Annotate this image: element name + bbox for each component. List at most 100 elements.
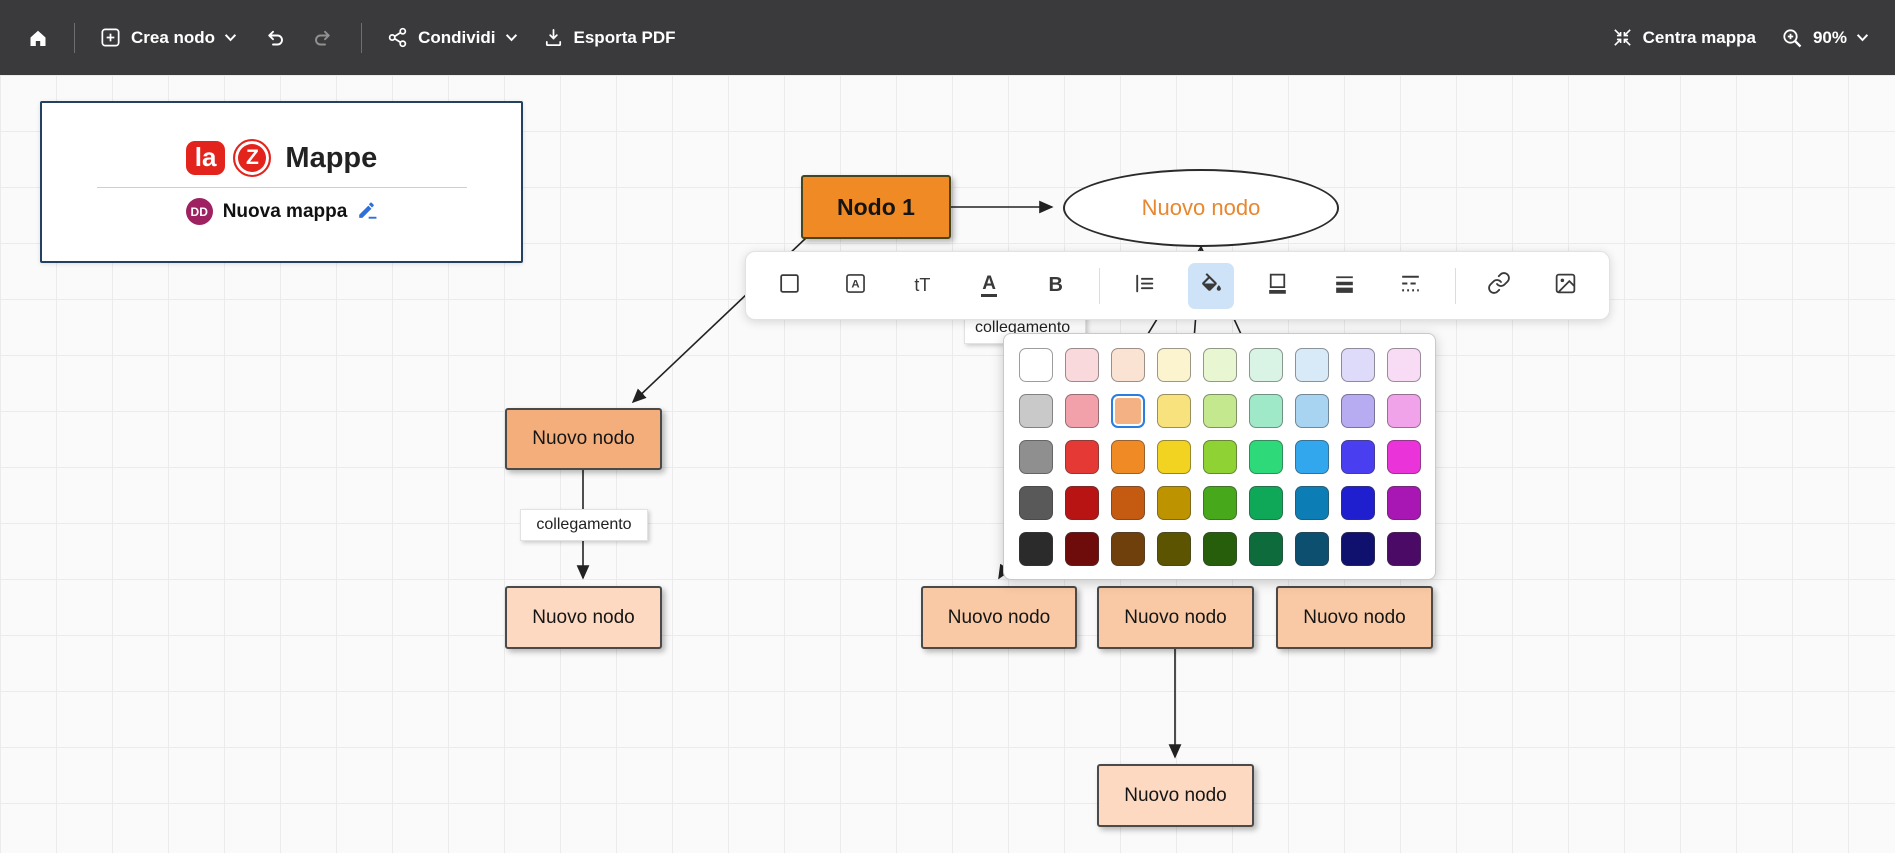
color-swatch[interactable] — [1294, 393, 1329, 428]
zoom-control[interactable]: 90% — [1780, 26, 1869, 50]
center-map-button[interactable]: Centra mappa — [1611, 26, 1756, 49]
color-swatch[interactable] — [1386, 393, 1421, 428]
color-swatch[interactable] — [1156, 347, 1191, 382]
color-swatch[interactable] — [1386, 531, 1421, 566]
color-swatch[interactable] — [1110, 531, 1145, 566]
color-swatch[interactable] — [1386, 439, 1421, 474]
chevron-down-icon — [224, 33, 237, 42]
svg-text:A: A — [852, 278, 860, 290]
color-swatch[interactable] — [1294, 485, 1329, 520]
color-swatch[interactable] — [1248, 485, 1283, 520]
color-swatch[interactable] — [1202, 485, 1237, 520]
color-swatch[interactable] — [1202, 439, 1237, 474]
color-swatch[interactable] — [1386, 347, 1421, 382]
align-button[interactable] — [1121, 263, 1167, 309]
color-swatch[interactable] — [1340, 347, 1375, 382]
toolbar-divider — [361, 22, 363, 53]
border-color-icon — [1265, 271, 1290, 301]
export-pdf-button[interactable]: Esporta PDF — [542, 26, 676, 49]
color-swatch[interactable] — [1248, 347, 1283, 382]
fill-color-palette — [1003, 333, 1436, 580]
node-label: Nuovo nodo — [1141, 195, 1261, 220]
border-color-button[interactable] — [1255, 263, 1301, 309]
toolbar-divider — [74, 22, 75, 53]
node-label: Nuovo nodo — [1124, 784, 1227, 806]
create-node-button[interactable]: Crea nodo — [99, 26, 237, 49]
color-swatch[interactable] — [1110, 439, 1145, 474]
align-icon — [1132, 271, 1157, 301]
color-swatch[interactable] — [1018, 439, 1053, 474]
node-left-child[interactable]: Nuovo nodo — [505, 408, 662, 470]
color-swatch[interactable] — [1018, 485, 1053, 520]
color-swatch[interactable] — [1340, 485, 1375, 520]
image-button[interactable] — [1543, 263, 1589, 309]
text-background-button[interactable]: A — [833, 263, 879, 309]
color-swatch[interactable] — [1156, 393, 1191, 428]
share-button[interactable]: Condividi — [386, 26, 517, 49]
edit-title-icon[interactable] — [357, 199, 377, 224]
shape-button[interactable] — [766, 263, 812, 309]
color-swatch[interactable] — [1340, 439, 1375, 474]
node-bottom-left[interactable]: Nuovo nodo — [921, 586, 1077, 649]
color-swatch[interactable] — [1064, 347, 1099, 382]
home-button[interactable] — [26, 26, 50, 50]
color-palette-grid — [1018, 347, 1421, 566]
color-swatch[interactable] — [1202, 347, 1237, 382]
node-label: Nuovo nodo — [1124, 606, 1227, 628]
undo-button[interactable] — [261, 26, 287, 50]
color-swatch[interactable] — [1064, 485, 1099, 520]
color-swatch[interactable] — [1248, 393, 1283, 428]
color-swatch[interactable] — [1018, 347, 1053, 382]
image-icon — [1553, 271, 1578, 301]
color-swatch[interactable] — [1294, 347, 1329, 382]
node-left-grandchild[interactable]: Nuovo nodo — [505, 586, 662, 649]
edge-label-collegamento[interactable]: collegamento — [520, 509, 648, 541]
node-bottom-right[interactable]: Nuovo nodo — [1276, 586, 1433, 649]
color-swatch[interactable] — [1018, 531, 1053, 566]
canvas[interactable]: la Z Mappe DD Nuova mappa Nodo 1 Nuovo n… — [0, 75, 1895, 853]
node-label: Nodo 1 — [837, 193, 915, 220]
text-box-icon: A — [843, 271, 868, 301]
font-size-button[interactable]: tT — [899, 263, 945, 309]
node-bottom-child[interactable]: Nuovo nodo — [1097, 764, 1254, 827]
color-swatch[interactable] — [1340, 531, 1375, 566]
link-button[interactable] — [1476, 263, 1522, 309]
color-swatch[interactable] — [1110, 347, 1145, 382]
redo-button[interactable] — [311, 26, 337, 50]
node-bottom-middle[interactable]: Nuovo nodo — [1097, 586, 1254, 649]
color-swatch[interactable] — [1064, 393, 1099, 428]
topbar: Crea nodo Condividi Esporta PDF Centra m… — [0, 0, 1895, 75]
color-swatch[interactable] — [1064, 531, 1099, 566]
node-ellipse[interactable]: Nuovo nodo — [1063, 169, 1339, 247]
app-logo: la Z Mappe — [185, 139, 377, 177]
map-title-card: la Z Mappe DD Nuova mappa — [40, 101, 523, 263]
fill-color-button[interactable] — [1187, 262, 1234, 309]
color-swatch[interactable] — [1018, 393, 1053, 428]
zoom-level: 90% — [1812, 27, 1847, 47]
border-style-icon — [1398, 271, 1423, 301]
color-swatch[interactable] — [1202, 393, 1237, 428]
chevron-down-icon — [1856, 33, 1869, 42]
color-swatch[interactable] — [1248, 439, 1283, 474]
home-icon — [26, 26, 50, 50]
export-pdf-label: Esporta PDF — [573, 27, 676, 47]
center-map-label: Centra mappa — [1642, 27, 1756, 47]
node-label: Nuovo nodo — [947, 606, 1051, 628]
font-color-button[interactable]: A — [966, 263, 1012, 309]
color-swatch[interactable] — [1386, 485, 1421, 520]
color-swatch[interactable] — [1156, 531, 1191, 566]
color-swatch[interactable] — [1064, 439, 1099, 474]
color-swatch[interactable] — [1294, 531, 1329, 566]
bold-button[interactable]: B — [1033, 263, 1079, 309]
color-swatch[interactable] — [1156, 439, 1191, 474]
color-swatch[interactable] — [1202, 531, 1237, 566]
color-swatch[interactable] — [1248, 531, 1283, 566]
color-swatch[interactable] — [1110, 485, 1145, 520]
color-swatch[interactable] — [1340, 393, 1375, 428]
color-swatch[interactable] — [1156, 485, 1191, 520]
node-nodo1[interactable]: Nodo 1 — [801, 175, 951, 239]
border-style-button[interactable] — [1388, 263, 1434, 309]
color-swatch[interactable] — [1294, 439, 1329, 474]
border-width-button[interactable] — [1321, 263, 1367, 309]
color-swatch[interactable] — [1110, 393, 1145, 428]
